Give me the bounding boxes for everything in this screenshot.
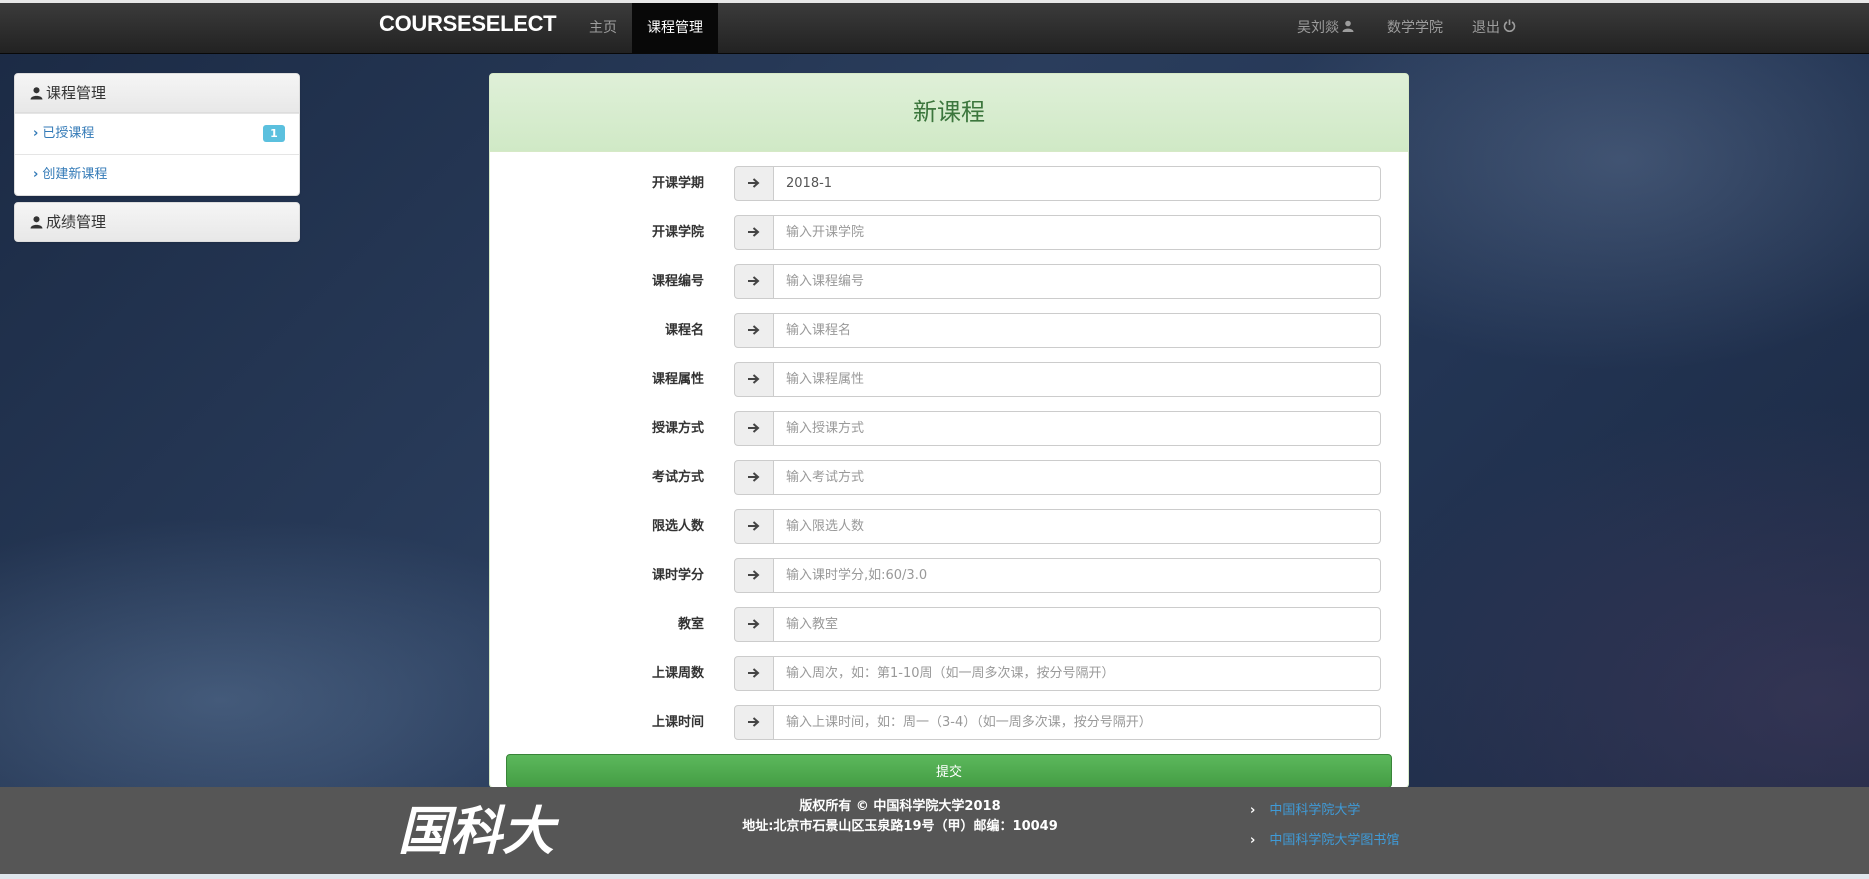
address-text: 地址:北京市石景山区玉泉路19号（甲）邮编：10049 (742, 819, 1058, 834)
field-input[interactable] (773, 460, 1381, 495)
form-row: 课程属性 (490, 362, 1408, 397)
field-label: 开课学院 (651, 225, 704, 240)
arrow-right-icon (734, 509, 774, 544)
form-row: 开课学期 (490, 166, 1408, 201)
field-input[interactable] (773, 215, 1381, 250)
page-title: 新课程 (490, 74, 1408, 152)
user-icon (1342, 3, 1354, 53)
arrow-right-icon (734, 411, 774, 446)
form-row: 课时学分 (490, 558, 1408, 593)
field-input[interactable] (773, 558, 1381, 593)
nav-course-management-link[interactable]: 课程管理 (632, 3, 718, 53)
sidebar-item-create-course[interactable]: › 创建新课程 (15, 154, 299, 195)
brand-logo[interactable]: COURSESELECT (379, 11, 557, 37)
field-label: 课程属性 (651, 372, 704, 387)
arrow-right-icon (734, 705, 774, 740)
chevron-right-icon: › (33, 126, 39, 141)
grade-management-panel: 成绩管理 (14, 202, 300, 242)
form-row: 授课方式 (490, 411, 1408, 446)
field-input[interactable] (773, 607, 1381, 642)
form-row: 限选人数 (490, 509, 1408, 544)
university-logo: 国科大 (398, 795, 568, 869)
course-management-panel: 课程管理 › 已授课程 1 › 创建新课程 (14, 73, 300, 196)
field-label: 上课周数 (651, 666, 704, 681)
arrow-right-icon (734, 313, 774, 348)
count-badge: 1 (263, 125, 285, 142)
form-row: 考试方式 (490, 460, 1408, 495)
chevron-right-icon: › (1250, 833, 1256, 848)
sidebar-item-taught-courses[interactable]: › 已授课程 1 (15, 113, 299, 154)
field-input[interactable] (773, 264, 1381, 299)
navbar: COURSESELECT 主页 课程管理 吴刘燚 数学学院 退出 (0, 3, 1869, 54)
arrow-right-icon (734, 215, 774, 250)
form-row: 上课周数 (490, 656, 1408, 691)
department-link[interactable]: 数学学院 (1372, 3, 1458, 53)
arrow-right-icon (734, 607, 774, 642)
field-label: 考试方式 (651, 470, 704, 485)
footer-link-library[interactable]: › 中国科学院大学图书馆 (1250, 826, 1399, 856)
field-label: 课程编号 (651, 274, 704, 289)
user-icon (30, 205, 43, 241)
field-label: 教室 (677, 617, 704, 632)
field-input[interactable] (773, 705, 1381, 740)
field-label: 课程名 (664, 323, 704, 338)
field-label: 上课时间 (651, 715, 704, 730)
logout-link[interactable]: 退出 (1457, 3, 1531, 53)
user-icon (30, 76, 43, 114)
sidebar-item-label: 已授课程 (42, 126, 95, 141)
footer-link-ucas[interactable]: › 中国科学院大学 (1250, 796, 1399, 826)
user-menu[interactable]: 吴刘燚 (1282, 3, 1369, 53)
footer-link-label: 中国科学院大学 (1269, 803, 1361, 818)
form-row: 教室 (490, 607, 1408, 642)
field-input[interactable] (773, 509, 1381, 544)
new-course-panel: 新课程 开课学期开课学院课程编号课程名课程属性授课方式考试方式限选人数课时学分教… (489, 73, 1409, 788)
field-input[interactable] (773, 313, 1381, 348)
arrow-right-icon (734, 460, 774, 495)
arrow-right-icon (734, 362, 774, 397)
footer: 国科大 版权所有 © 中国科学院大学2018 地址:北京市石景山区玉泉路19号（… (0, 787, 1869, 874)
form-row: 课程名 (490, 313, 1408, 348)
footer-link-label: 中国科学院大学图书馆 (1269, 833, 1400, 848)
copyright-text: 版权所有 © 中国科学院大学2018 (799, 799, 1001, 814)
field-label: 开课学期 (651, 176, 704, 191)
sidebar-item-label: 创建新课程 (42, 167, 108, 182)
form-row: 上课时间 (490, 705, 1408, 740)
chevron-right-icon: › (1250, 803, 1256, 818)
chevron-right-icon: › (33, 167, 39, 182)
bottom-strip (0, 874, 1869, 879)
copyright-block: 版权所有 © 中国科学院大学2018 地址:北京市石景山区玉泉路19号（甲）邮编… (700, 797, 1100, 837)
form-row: 课程编号 (490, 264, 1408, 299)
course-management-heading[interactable]: 课程管理 (15, 74, 299, 113)
field-input[interactable] (773, 362, 1381, 397)
arrow-right-icon (734, 656, 774, 691)
field-label: 授课方式 (651, 421, 704, 436)
grade-management-heading[interactable]: 成绩管理 (15, 203, 299, 241)
course-management-title: 课程管理 (46, 84, 107, 102)
field-label: 课时学分 (651, 568, 704, 583)
form-row: 开课学院 (490, 215, 1408, 250)
power-icon (1503, 3, 1516, 53)
user-name: 吴刘燚 (1297, 20, 1339, 36)
arrow-right-icon (734, 166, 774, 201)
field-input[interactable] (773, 656, 1381, 691)
logout-label: 退出 (1472, 20, 1500, 36)
nav-home-link[interactable]: 主页 (574, 3, 632, 53)
sidebar: 课程管理 › 已授课程 1 › 创建新课程 成绩管理 (14, 73, 300, 248)
footer-links: › 中国科学院大学 › 中国科学院大学图书馆 (1250, 796, 1399, 856)
grade-management-title: 成绩管理 (46, 213, 107, 231)
field-input[interactable] (773, 411, 1381, 446)
submit-button[interactable]: 提交 (506, 754, 1392, 787)
field-label: 限选人数 (651, 519, 704, 534)
field-input[interactable] (773, 166, 1381, 201)
arrow-right-icon (734, 558, 774, 593)
svg-text:国科大: 国科大 (398, 801, 560, 862)
arrow-right-icon (734, 264, 774, 299)
